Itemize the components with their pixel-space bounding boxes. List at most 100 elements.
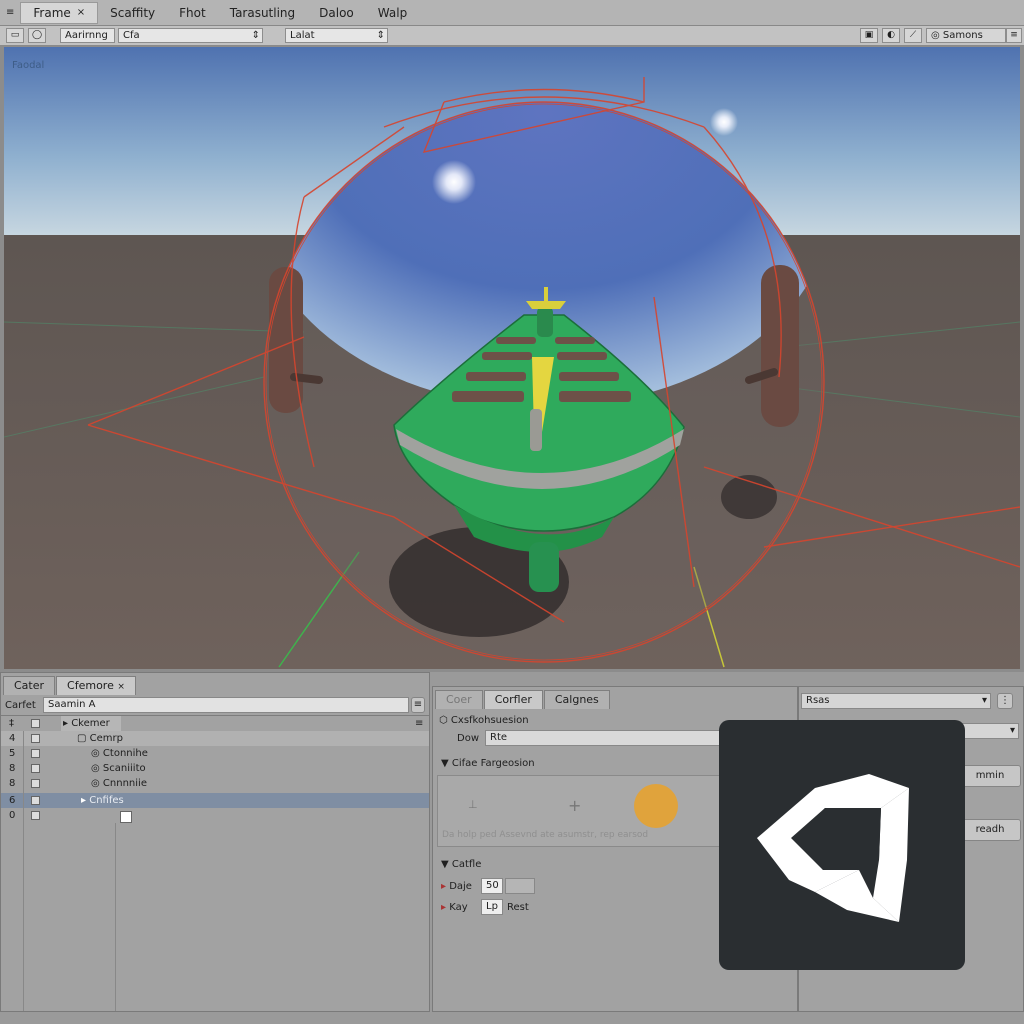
object-name: Cxsfkohsuesion [450, 715, 529, 726]
row-label: ◎ Cnnnniie [91, 776, 147, 791]
samons-label: Samons [942, 30, 983, 41]
close-icon[interactable]: × [117, 682, 125, 692]
row-label: ▢ Cemrp [77, 731, 123, 746]
visibility-toggle[interactable] [31, 779, 40, 788]
menu-item-2[interactable]: Fhot [167, 6, 218, 20]
new-item-icon[interactable] [120, 811, 132, 823]
rotate-tool-icon[interactable]: ◯ [28, 28, 46, 43]
aarirnng-label: Aarirnng [65, 30, 108, 41]
visibility-toggle[interactable] [31, 749, 40, 758]
object-icon: ⬡ [439, 715, 448, 726]
visibility-toggle[interactable] [31, 764, 40, 773]
list-item[interactable]: 0 [1, 808, 429, 823]
toolbar: ▭ ◯ Aarirnng Cfa ⇕ Lalat ⇕ ▣ ◐ ⟋ ◎ Samon… [0, 26, 1024, 46]
cfa-dropdown[interactable]: Cfa ⇕ [118, 28, 263, 43]
more-options-icon[interactable]: ⋮ [997, 693, 1013, 709]
scene-render[interactable] [4, 47, 1020, 669]
menu-more-icon[interactable]: ≡ [1006, 28, 1022, 43]
row-label-text: Scaniiito [102, 763, 146, 774]
scene-label: Faodal [12, 60, 45, 71]
mmin-button[interactable]: mmin [959, 765, 1021, 787]
prop-daje-extra-field[interactable] [505, 878, 535, 894]
search-field[interactable]: Saamin A [43, 697, 409, 713]
dropdown-arrow-icon: ▾ [1009, 725, 1015, 736]
row-label-text: Cnfifes [89, 795, 124, 806]
hierarchy-panel: Cater Cfemore × Carfet Saamin A ≡ ‡ ▸ Ck… [0, 672, 430, 1012]
visibility-toggle[interactable] [31, 734, 40, 743]
row-label: ◎ Ctonnihe [91, 746, 148, 761]
prop-kay-extra: Rest [507, 902, 529, 913]
effects-icon[interactable]: ⟋ [904, 28, 922, 43]
prop-kay: ▸ Kay [441, 900, 468, 915]
prop-daje-field[interactable]: 50 [481, 878, 503, 894]
list-item-selected[interactable]: 6 ▸ Cnfifes [1, 793, 429, 808]
menu-item-5[interactable]: Walp [366, 6, 419, 20]
aarirnng-field[interactable]: Aarirnng [60, 28, 115, 43]
dropdown-arrow-icon: ⇕ [251, 30, 260, 41]
lalat-value: Lalat [290, 30, 315, 41]
menu-icon[interactable]: ≡ [0, 7, 20, 18]
dow-label: Dow [457, 733, 479, 744]
menu-item-1[interactable]: Scaffity [98, 6, 167, 20]
prop-daje: ▸ Daje [441, 879, 472, 894]
readh-button[interactable]: readh [959, 819, 1021, 841]
gameobject-icon: ◎ [91, 778, 100, 789]
dow-field[interactable]: Rte [485, 730, 725, 746]
visibility-toggle[interactable] [31, 796, 40, 805]
list-item[interactable]: 8 ◎ Scaniiito [1, 761, 429, 776]
lalat-dropdown[interactable]: Lalat ⇕ [285, 28, 388, 43]
search-options-icon[interactable]: ≡ [411, 697, 425, 713]
row-index: 8 [9, 778, 16, 789]
header-index-icon: ‡ [9, 718, 14, 729]
tab-corfler[interactable]: Corfler [483, 690, 543, 709]
prop-kay-label: Kay [449, 902, 468, 913]
search-label: Carfet [5, 700, 36, 711]
collapse-arrow-icon: ▼ [441, 859, 452, 870]
audio-icon[interactable]: ◐ [882, 28, 900, 43]
prop-kay-field[interactable]: Lp [481, 899, 503, 915]
object-header: ⬡ Cxsfkohsuesion [439, 713, 529, 728]
menu-item-frame-label: Frame [33, 5, 71, 20]
section-header-1[interactable]: ▼ Cifae Fargeosion [441, 756, 535, 771]
row-index: 4 [9, 733, 16, 744]
section-header-2[interactable]: ▼ Catfle [441, 857, 481, 872]
tab-cater[interactable]: Cater [3, 676, 56, 695]
menu-item-4[interactable]: Daloo [307, 6, 366, 20]
header-visibility-icon[interactable] [31, 719, 40, 728]
row-label-text: Cemrp [89, 733, 123, 744]
scene-view[interactable]: Faodal [4, 47, 1020, 669]
row-label-text: Ctonnihe [102, 748, 148, 759]
header-menu-icon[interactable]: ≡ [415, 716, 423, 731]
list-item[interactable]: 4 ▢ Cemrp [1, 731, 429, 746]
tab-coer[interactable]: Coer [435, 690, 483, 709]
color-swatch[interactable] [634, 784, 678, 828]
tab-cfemore-label: Cfemore [67, 679, 114, 692]
hint-text: Da holp ped Assevnd ate asumstr, rep ear… [442, 830, 649, 840]
hierarchy-tabs: Cater Cfemore × [3, 673, 137, 695]
rsas-dropdown[interactable]: Rsas ▾ [801, 693, 991, 709]
gizmo-icon: ◎ [931, 30, 940, 41]
rsas-value: Rsas [806, 695, 830, 706]
unity-logo [719, 720, 965, 970]
preview-area[interactable]: ⊥ + Da holp ped Assevnd ate asumstr, rep… [437, 775, 721, 847]
close-icon[interactable]: × [77, 2, 85, 24]
visibility-toggle[interactable] [31, 811, 40, 820]
prop-daje-label: Daje [449, 881, 472, 892]
inspector-tabs: Coer Corfler Calgnes [435, 687, 611, 709]
right-dropdown-2[interactable]: ▾ [959, 723, 1019, 739]
list-item[interactable]: 8 ◎ Cnnnniie [1, 776, 429, 791]
foldout-arrow-icon[interactable]: ▸ [441, 881, 449, 892]
image-icon[interactable]: ▣ [860, 28, 878, 43]
menu-item-frame[interactable]: Frame × [20, 1, 99, 24]
tab-calgnes[interactable]: Calgnes [543, 690, 610, 709]
samons-dropdown[interactable]: ◎ Samons [926, 28, 1006, 43]
list-item[interactable]: 5 ◎ Ctonnihe [1, 746, 429, 761]
hand-tool-icon[interactable]: ▭ [6, 28, 24, 43]
row-label: ▸ Cnfifes [81, 793, 124, 808]
menu-item-3[interactable]: Tarasutling [218, 6, 307, 20]
tab-cfemore[interactable]: Cfemore × [56, 676, 136, 695]
row-index: 5 [9, 748, 16, 759]
section-2-label: Catfle [451, 859, 482, 870]
foldout-arrow-icon[interactable]: ▸ [441, 902, 449, 913]
pivot-icon: ⊥ [468, 798, 478, 811]
